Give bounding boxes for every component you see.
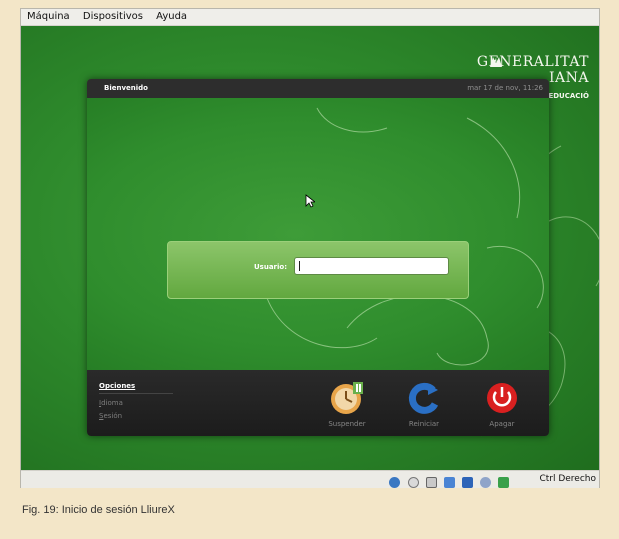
suspend-icon xyxy=(331,382,363,414)
login-panel: Bienvenido mar 17 de nov, 11:26 Usuario:… xyxy=(87,79,549,436)
shutdown-label: Apagar xyxy=(489,420,515,428)
text-caret xyxy=(299,261,300,271)
statusbar: Ctrl Derecho xyxy=(21,470,599,488)
menubar: Máquina Dispositivos Ayuda xyxy=(21,9,599,26)
language-option[interactable]: Idioma xyxy=(99,399,173,407)
panel-swirls xyxy=(266,107,544,366)
brand-line1: GENERALITAT xyxy=(476,54,589,70)
options-menu: Opciones Idioma Sesión xyxy=(99,382,173,420)
login-panel-footer: Opciones Idioma Sesión Suspender Reinici… xyxy=(87,370,549,436)
network-icon[interactable] xyxy=(443,477,455,488)
host-key-label: Ctrl Derecho xyxy=(539,474,596,484)
menu-dispositivos[interactable]: Dispositivos xyxy=(83,11,143,22)
mouse-pointer-icon xyxy=(305,193,317,212)
floppy-icon[interactable] xyxy=(425,477,437,488)
menu-ayuda[interactable]: Ayuda xyxy=(156,11,187,22)
welcome-title: Bienvenido xyxy=(104,84,148,92)
login-box: Usuario: xyxy=(167,241,469,299)
shared-folder-icon[interactable] xyxy=(479,477,491,488)
page: Máquina Dispositivos Ayuda GENERALITAT I… xyxy=(0,0,619,539)
username-label: Usuario: xyxy=(254,263,288,271)
clock: mar 17 de nov, 11:26 xyxy=(467,84,543,92)
power-icon xyxy=(487,383,517,413)
session-option[interactable]: Sesión xyxy=(99,412,173,420)
menu-maquina[interactable]: Máquina xyxy=(27,11,70,22)
login-panel-header: Bienvenido mar 17 de nov, 11:26 xyxy=(87,79,549,98)
usb-icon[interactable] xyxy=(461,477,473,488)
cd-icon[interactable] xyxy=(407,477,419,488)
restart-label: Reiniciar xyxy=(408,420,440,428)
figure-caption: Fig. 19: Inicio de sesión LliureX xyxy=(22,504,175,516)
login-panel-body: Usuario: xyxy=(87,98,549,370)
guest-desktop: GENERALITAT IANA CONSELLERIA D'EDUCACIÓ … xyxy=(21,26,599,470)
virtualbox-window: Máquina Dispositivos Ayuda GENERALITAT I… xyxy=(20,8,600,488)
restart-icon xyxy=(408,382,439,414)
hard-disk-icon[interactable] xyxy=(389,477,401,488)
username-input[interactable] xyxy=(294,257,449,275)
shutdown-button[interactable]: Apagar xyxy=(472,380,532,428)
restart-button[interactable]: Reiniciar xyxy=(394,380,454,428)
device-icons xyxy=(387,473,509,492)
mouse-integration-icon[interactable] xyxy=(498,477,509,488)
suspend-label: Suspender xyxy=(328,420,366,428)
suspend-button[interactable]: Suspender xyxy=(317,380,377,428)
options-heading[interactable]: Opciones xyxy=(99,382,173,394)
